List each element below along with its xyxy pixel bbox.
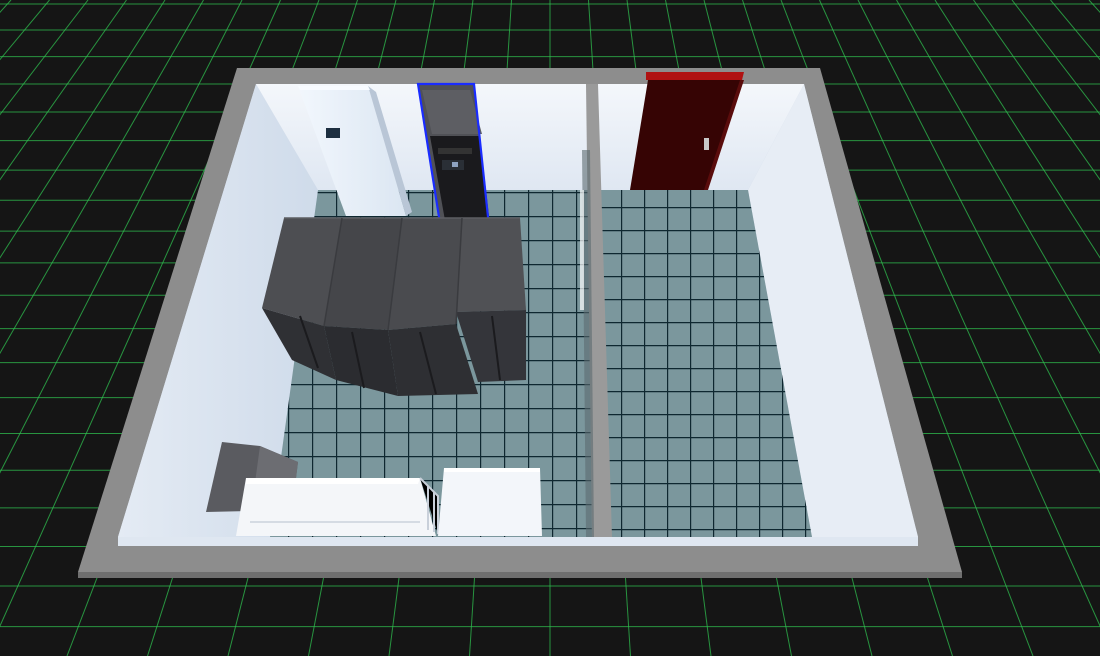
ac-display-icon: [326, 128, 340, 138]
battery-rack[interactable]: [236, 477, 439, 536]
3d-scene-viewport[interactable]: [0, 0, 1100, 656]
front-wall-edge: [118, 537, 918, 546]
door-handle-icon: [704, 138, 709, 150]
white-cabinet[interactable]: [438, 468, 542, 536]
